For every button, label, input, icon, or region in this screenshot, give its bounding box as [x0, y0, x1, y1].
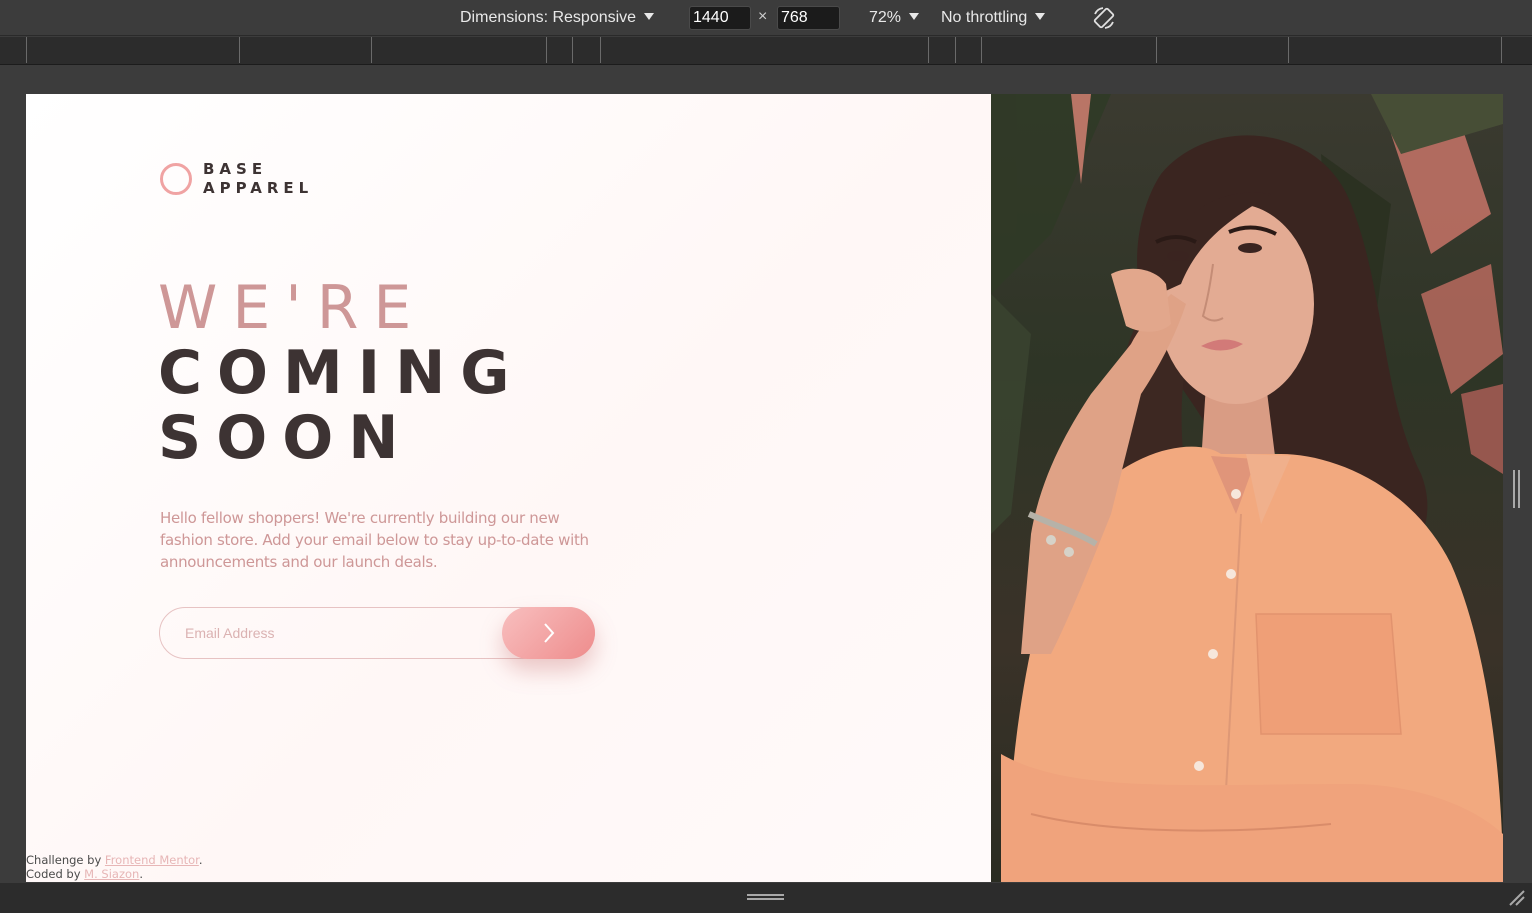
period: .	[198, 853, 203, 867]
headline-line-1: WE'RE	[158, 273, 427, 343]
mq-marker[interactable]	[546, 37, 547, 63]
media-query-bar[interactable]	[0, 37, 1532, 65]
period: .	[139, 867, 143, 881]
caret-down-icon	[909, 13, 920, 20]
mq-marker[interactable]	[1156, 37, 1157, 63]
mq-marker[interactable]	[26, 37, 27, 63]
coded-prefix: Coded by	[26, 867, 85, 881]
coder-credit: Coded by M. Siazon.	[26, 867, 203, 881]
caret-down-icon	[644, 13, 655, 20]
zoom-dropdown[interactable]: 72%	[869, 8, 920, 28]
brand-name: BASE APPAREL	[203, 160, 313, 198]
intro-text: Hello fellow shoppers! We're currently b…	[160, 509, 589, 571]
signup-form	[159, 607, 595, 659]
frontend-mentor-link[interactable]: Frontend Mentor	[105, 853, 199, 867]
submit-button[interactable]	[502, 607, 595, 659]
side-drag-handle-icon[interactable]	[1512, 470, 1522, 508]
woman-photo-illustration	[991, 94, 1503, 882]
throttling-label: No throttling	[941, 9, 1028, 26]
times-symbol: ×	[758, 8, 768, 25]
content-pane: BASE APPAREL WE'RE COMING SOON Hello fel…	[26, 94, 991, 882]
resize-corner-icon[interactable]	[1508, 889, 1526, 907]
mq-marker[interactable]	[239, 37, 240, 63]
height-input[interactable]	[777, 6, 840, 30]
mq-marker[interactable]	[600, 37, 601, 63]
zoom-label: 72%	[869, 9, 902, 26]
mq-marker[interactable]	[1501, 37, 1502, 63]
challenge-prefix: Challenge by	[26, 853, 105, 867]
mq-marker[interactable]	[1288, 37, 1289, 63]
headline-line-3: SOON	[158, 403, 414, 473]
device-toolbar: Dimensions: Responsive × 72% No throttli…	[0, 0, 1532, 36]
dimensions-label: Dimensions: Responsive	[460, 9, 637, 26]
challenge-credit: Challenge by Frontend Mentor.	[26, 853, 203, 867]
width-input[interactable]	[689, 6, 751, 30]
throttling-dropdown[interactable]: No throttling	[941, 8, 1046, 28]
brand-line-1: BASE	[203, 160, 268, 178]
brand-logo: BASE APPAREL	[160, 160, 313, 198]
mq-marker[interactable]	[371, 37, 372, 63]
author-link[interactable]: M. Siazon	[84, 867, 139, 881]
hero-image	[991, 94, 1503, 882]
headline-line-2: COMING	[158, 338, 525, 408]
mq-marker[interactable]	[981, 37, 982, 63]
page-viewport: BASE APPAREL WE'RE COMING SOON Hello fel…	[26, 94, 1503, 882]
arrow-right-icon	[543, 623, 554, 643]
ring-logo-icon	[160, 163, 192, 195]
drag-handle-icon[interactable]	[747, 893, 784, 901]
page-title: WE'RE COMING SOON	[158, 276, 525, 471]
attribution: Challenge by Frontend Mentor. Coded by M…	[26, 853, 203, 881]
brand-line-2: APPAREL	[203, 179, 314, 197]
mq-marker[interactable]	[955, 37, 956, 63]
rotate-icon[interactable]	[1091, 5, 1117, 31]
mq-marker[interactable]	[928, 37, 929, 63]
mq-marker[interactable]	[572, 37, 573, 63]
dimensions-dropdown[interactable]: Dimensions: Responsive	[460, 8, 655, 28]
caret-down-icon	[1035, 13, 1046, 20]
